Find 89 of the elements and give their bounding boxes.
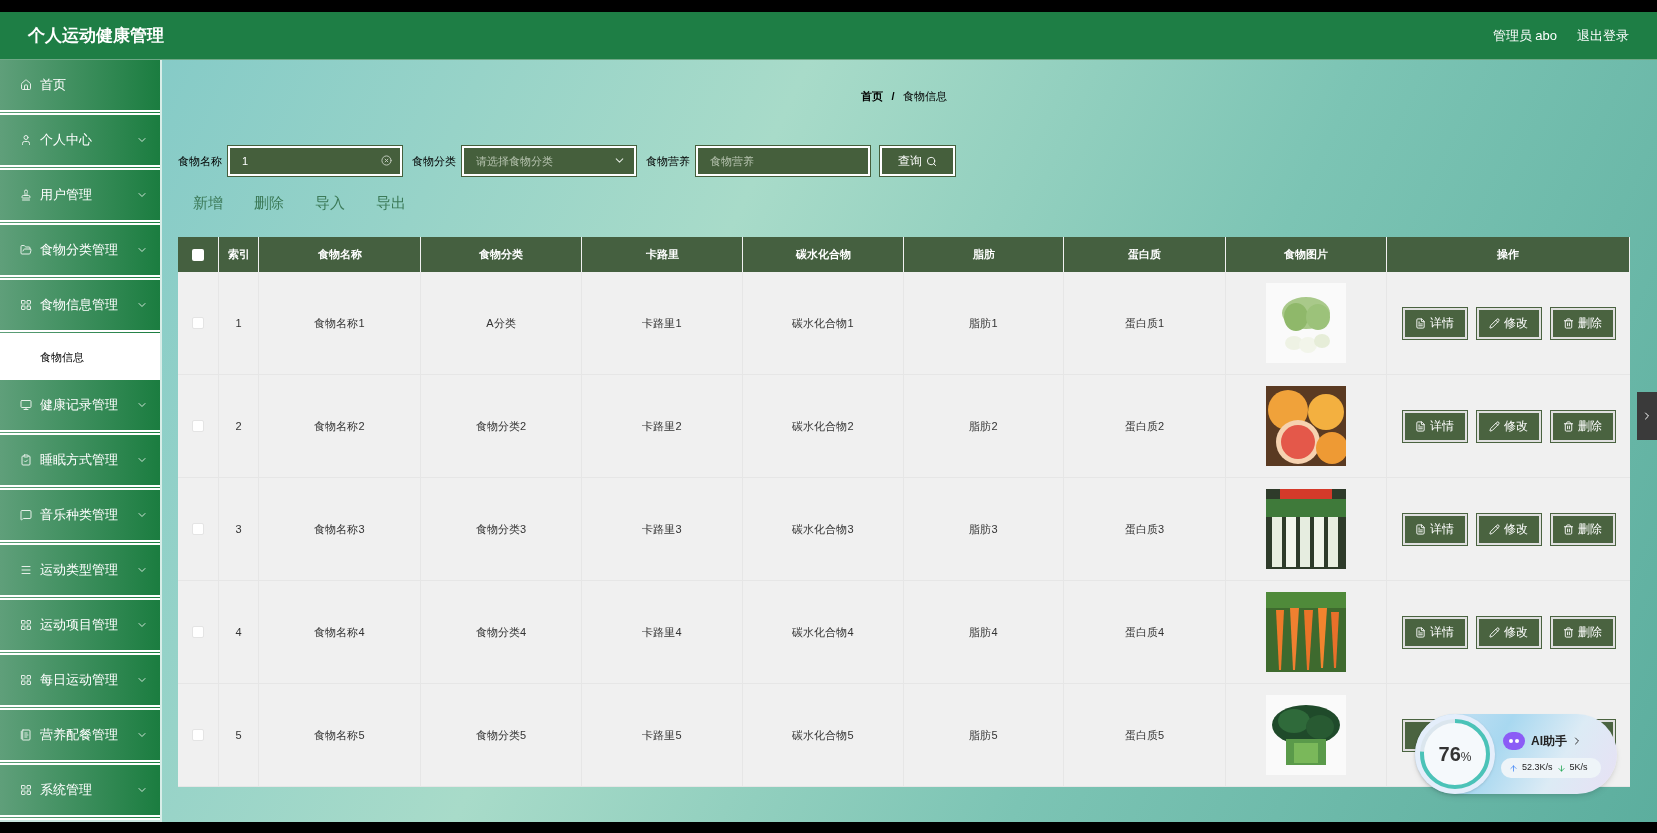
table-cell: 食物名称5 [259, 684, 421, 786]
table-cell: 食物分类3 [421, 478, 582, 580]
sidebar-item[interactable]: 个人中心 [0, 115, 160, 170]
table-cell: 脂肪4 [904, 581, 1064, 683]
table-cell: 蛋白质4 [1064, 581, 1226, 683]
table-cell: 食物分类4 [421, 581, 582, 683]
admin-user: 管理员 abo [1492, 26, 1557, 45]
table-cell: 卡路里2 [582, 375, 743, 477]
sidebar-item[interactable]: 睡眠方式管理 [0, 435, 160, 490]
table-cell: 卡路里3 [582, 478, 743, 580]
assistant-title: AI助手 [1531, 733, 1567, 751]
sidebar-item[interactable]: 运动类型管理 [0, 545, 160, 600]
table-cell: 碳水化合物5 [743, 684, 904, 786]
field-label: 食物营养 [646, 153, 690, 169]
breadcrumb-separator: / [891, 88, 895, 104]
table-cell: 卡路里4 [582, 581, 743, 683]
upload-speed: 52.3K/s [1522, 761, 1553, 775]
table-cell: 脂肪3 [904, 478, 1064, 580]
table-cell: 碳水化合物4 [743, 581, 904, 683]
action-button[interactable]: 详情 [1402, 410, 1467, 442]
action-button[interactable]: 详情 [1402, 513, 1467, 545]
table-cell: 脂肪2 [904, 375, 1064, 477]
action-button[interactable]: 修改 [1476, 410, 1541, 442]
table-cell: 蛋白质3 [1064, 478, 1226, 580]
column-header: 索引 [219, 237, 259, 272]
usage-percent: 76 [1438, 742, 1461, 767]
table-cell: 1 [219, 272, 259, 374]
field-label: 食物名称 [178, 153, 222, 169]
action-button[interactable]: 删除 [1550, 513, 1615, 545]
sidebar-item[interactable]: 食物分类管理 [0, 225, 160, 280]
table-cell: 蛋白质2 [1064, 375, 1226, 477]
table-cell: 卡路里5 [582, 684, 743, 786]
table-cell: 4 [219, 581, 259, 683]
table-cell: 蛋白质1 [1064, 272, 1226, 374]
table-cell: 碳水化合物2 [743, 375, 904, 477]
table-cell: 碳水化合物1 [743, 272, 904, 374]
action-button[interactable]: 删除 [1550, 410, 1615, 442]
table-cell: 碳水化合物3 [743, 478, 904, 580]
sidebar-item[interactable]: 用户管理 [0, 170, 160, 225]
action-button[interactable]: 删除 [1550, 307, 1615, 339]
table-cell: 食物分类5 [421, 684, 582, 786]
column-header: 食物分类 [421, 237, 582, 272]
select-field[interactable]: 请选择食物分类 [462, 146, 636, 176]
table-cell: 蛋白质5 [1064, 684, 1226, 786]
logout-link[interactable]: 退出登录 [1577, 25, 1629, 46]
submenu-item[interactable]: 食物信息 [0, 335, 160, 380]
table-cell: 2 [219, 375, 259, 477]
sidebar-item[interactable]: 每日运动管理 [0, 655, 160, 710]
table-cell: 5 [219, 684, 259, 786]
table-cell: 食物名称2 [259, 375, 421, 477]
action-button[interactable]: 修改 [1476, 616, 1541, 648]
column-header: 卡路里 [582, 237, 743, 272]
table-cell: 脂肪5 [904, 684, 1064, 786]
column-header: 食物名称 [259, 237, 421, 272]
table-cell: 食物名称4 [259, 581, 421, 683]
percent-unit: % [1460, 750, 1472, 766]
action-button[interactable]: 删除 [1550, 616, 1615, 648]
table-cell: 3 [219, 478, 259, 580]
download-speed: 5K/s [1569, 761, 1588, 775]
sidebar-item[interactable]: 系统管理 [0, 765, 160, 820]
table-cell: 食物名称3 [259, 478, 421, 580]
column-header: 蛋白质 [1064, 237, 1226, 272]
action-button[interactable]: 修改 [1476, 513, 1541, 545]
app-title: 个人运动健康管理 [28, 24, 164, 47]
search-button[interactable]: 查询 [880, 146, 955, 176]
sidebar-item[interactable]: 健康记录管理 [0, 380, 160, 435]
action-button[interactable]: 详情 [1402, 307, 1467, 339]
input-field[interactable]: 食物营养 [696, 146, 870, 176]
sidebar-item[interactable]: 音乐种类管理 [0, 490, 160, 545]
column-header: 食物图片 [1226, 237, 1387, 272]
field-label: 食物分类 [412, 153, 456, 169]
action-button[interactable]: 修改 [1476, 307, 1541, 339]
sidebar-item[interactable]: 首页 [0, 60, 160, 115]
sidebar-item[interactable]: 营养配餐管理 [0, 710, 160, 765]
breadcrumb-link[interactable]: 食物信息 [902, 87, 947, 105]
table-cell: 脂肪1 [904, 272, 1064, 374]
sidebar-item[interactable]: 运动项目管理 [0, 600, 160, 655]
assistant-overlay-menu[interactable]: 76% AI助手 52.3K/s 5K/s [1415, 714, 1617, 794]
table-cell: 食物名称1 [259, 272, 421, 374]
table-cell: 食物分类2 [421, 375, 582, 477]
breadcrumb-link[interactable]: 首页 [861, 87, 884, 105]
column-header: 操作 [1387, 237, 1630, 272]
sidebar-item[interactable]: 食物信息管理 [0, 280, 160, 335]
column-header: 脂肪 [904, 237, 1064, 272]
table-cell: A分类 [421, 272, 582, 374]
input-field[interactable]: 1 [228, 146, 402, 176]
table-cell: 卡路里1 [582, 272, 743, 374]
column-header: 碳水化合物 [743, 237, 904, 272]
action-button[interactable]: 详情 [1402, 616, 1467, 648]
